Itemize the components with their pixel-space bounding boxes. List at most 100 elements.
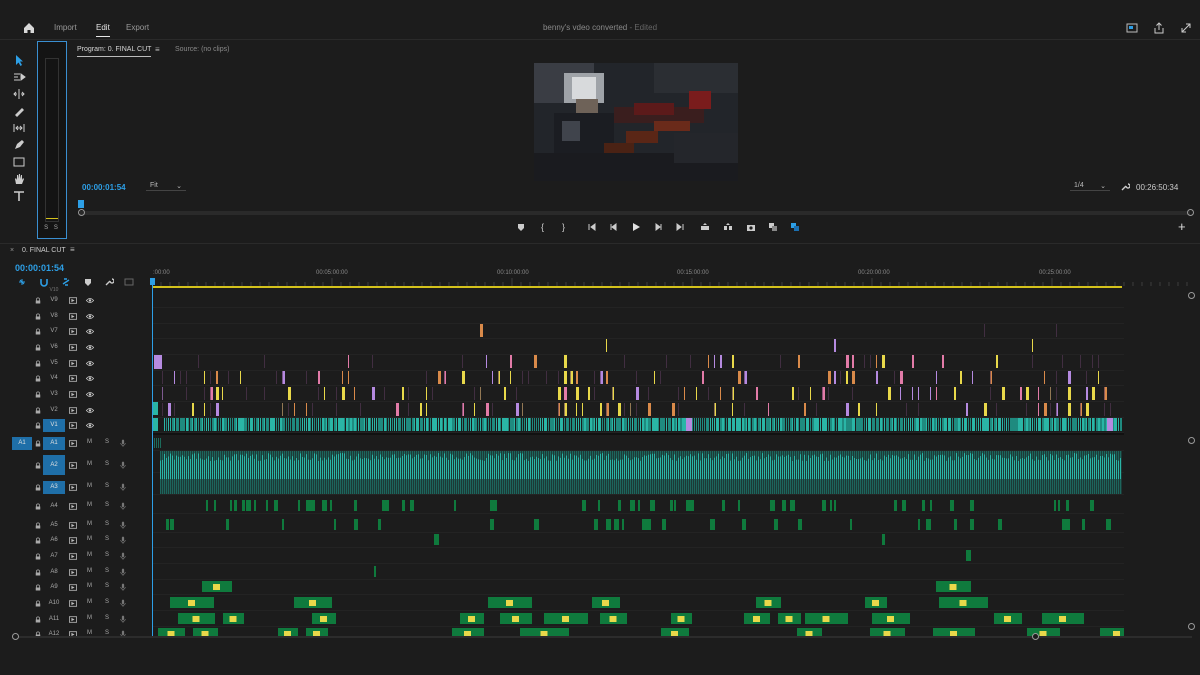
meter-solo-labels[interactable]: S S: [38, 225, 66, 231]
solo-button[interactable]: S: [105, 583, 109, 589]
mic-icon[interactable]: [120, 599, 126, 607]
track-select-icon[interactable]: [12, 70, 26, 84]
sync-lock-icon[interactable]: [69, 313, 77, 320]
sync-lock-icon[interactable]: [69, 462, 77, 469]
mic-icon[interactable]: [120, 461, 126, 469]
snap-icon[interactable]: [39, 277, 49, 287]
rectangle-icon[interactable]: [12, 155, 26, 169]
sync-lock-icon[interactable]: [69, 391, 77, 398]
solo-button[interactable]: S: [105, 536, 109, 542]
eye-icon[interactable]: [86, 360, 94, 367]
panel-menu-icon[interactable]: ≡: [155, 45, 160, 54]
sync-lock-icon[interactable]: [69, 584, 77, 591]
mark-out-icon[interactable]: }: [562, 222, 572, 232]
tab-import[interactable]: Import: [54, 23, 77, 32]
track-name[interactable]: V8: [43, 310, 65, 323]
add-marker-icon[interactable]: [83, 277, 93, 287]
mute-button[interactable]: M: [87, 568, 92, 574]
solo-button[interactable]: S: [105, 461, 109, 467]
track-name[interactable]: A5: [43, 519, 65, 532]
export-icon[interactable]: [1153, 22, 1165, 34]
slip-icon[interactable]: [12, 121, 26, 135]
mic-icon[interactable]: [120, 521, 126, 529]
sequence-timecode[interactable]: 00:00:01:54: [15, 263, 64, 273]
mic-icon[interactable]: [120, 583, 126, 591]
tab-export[interactable]: Export: [126, 23, 149, 32]
home-icon[interactable]: [22, 21, 36, 35]
playhead-handle[interactable]: [150, 278, 155, 285]
track-name[interactable]: V5: [43, 357, 65, 370]
mute-button[interactable]: M: [87, 521, 92, 527]
linked-selection-icon[interactable]: [61, 277, 71, 287]
scroll-handle-right[interactable]: [1187, 209, 1194, 216]
mic-icon[interactable]: [120, 536, 126, 544]
sync-lock-icon[interactable]: [69, 503, 77, 510]
track-name[interactable]: A3: [43, 481, 65, 494]
video-scroll-handle[interactable]: [1188, 292, 1195, 299]
eye-icon[interactable]: [86, 313, 94, 320]
timeline-tracks[interactable]: [152, 292, 1124, 636]
timeline-horizontal-scrollbar[interactable]: [12, 636, 1192, 638]
solo-button[interactable]: S: [105, 483, 109, 489]
mute-button[interactable]: M: [87, 583, 92, 589]
mark-in-icon[interactable]: {: [541, 222, 551, 232]
lock-icon[interactable]: [35, 584, 41, 591]
eye-icon[interactable]: [86, 297, 94, 304]
track-name[interactable]: V7: [43, 325, 65, 338]
step-forward-icon[interactable]: [653, 222, 663, 232]
lock-icon[interactable]: [35, 462, 41, 469]
mute-button[interactable]: M: [87, 552, 92, 558]
track-name[interactable]: A7: [43, 550, 65, 563]
solo-button[interactable]: S: [105, 502, 109, 508]
lock-icon[interactable]: [35, 440, 41, 447]
sync-lock-icon[interactable]: [69, 344, 77, 351]
fullscreen-icon[interactable]: [1180, 22, 1192, 34]
type-icon[interactable]: [12, 189, 26, 203]
sync-lock-icon[interactable]: [69, 360, 77, 367]
panel-icon[interactable]: [1126, 22, 1138, 34]
extract-icon[interactable]: [723, 222, 733, 232]
solo-button[interactable]: S: [105, 439, 109, 445]
comparison-view-icon[interactable]: [790, 222, 800, 232]
track-name[interactable]: A6: [43, 534, 65, 547]
lock-icon[interactable]: [35, 600, 41, 607]
sync-lock-icon[interactable]: [69, 328, 77, 335]
track-name[interactable]: A10: [43, 597, 65, 610]
mute-button[interactable]: M: [87, 599, 92, 605]
audio-scroll-handle-top[interactable]: [1188, 437, 1195, 444]
source-tab[interactable]: Source: (no clips): [175, 46, 229, 53]
eye-icon[interactable]: [86, 375, 94, 382]
playhead-marker[interactable]: [78, 200, 84, 208]
mute-button[interactable]: M: [87, 461, 92, 467]
lock-icon[interactable]: [35, 328, 41, 335]
track-name[interactable]: V3: [43, 388, 65, 401]
sync-lock-icon[interactable]: [69, 553, 77, 560]
hand-icon[interactable]: [12, 172, 26, 186]
sync-lock-icon[interactable]: [69, 616, 77, 623]
mic-icon[interactable]: [120, 615, 126, 623]
track-name[interactable]: V10: [43, 287, 65, 293]
camera-icon[interactable]: [746, 222, 756, 232]
lock-icon[interactable]: [35, 360, 41, 367]
eye-icon[interactable]: [86, 344, 94, 351]
captions-icon[interactable]: [124, 277, 134, 287]
eye-icon[interactable]: [86, 391, 94, 398]
step-back-icon[interactable]: [609, 222, 619, 232]
sync-lock-icon[interactable]: [69, 537, 77, 544]
eye-icon[interactable]: [86, 407, 94, 414]
eye-icon[interactable]: [86, 422, 94, 429]
mute-button[interactable]: M: [87, 483, 92, 489]
lock-icon[interactable]: [35, 313, 41, 320]
wrench-icon[interactable]: [1120, 182, 1130, 192]
lock-icon[interactable]: [35, 616, 41, 623]
lock-icon[interactable]: [35, 553, 41, 560]
h-scroll-handle-left[interactable]: [12, 633, 19, 640]
lock-icon[interactable]: [35, 522, 41, 529]
sync-lock-icon[interactable]: [69, 484, 77, 491]
track-name[interactable]: V1: [43, 419, 65, 432]
track-name[interactable]: V6: [43, 341, 65, 354]
mute-button[interactable]: M: [87, 502, 92, 508]
track-name[interactable]: A4: [43, 500, 65, 513]
lift-icon[interactable]: [700, 222, 710, 232]
fit-dropdown[interactable]: Fit ⌄: [146, 182, 186, 191]
